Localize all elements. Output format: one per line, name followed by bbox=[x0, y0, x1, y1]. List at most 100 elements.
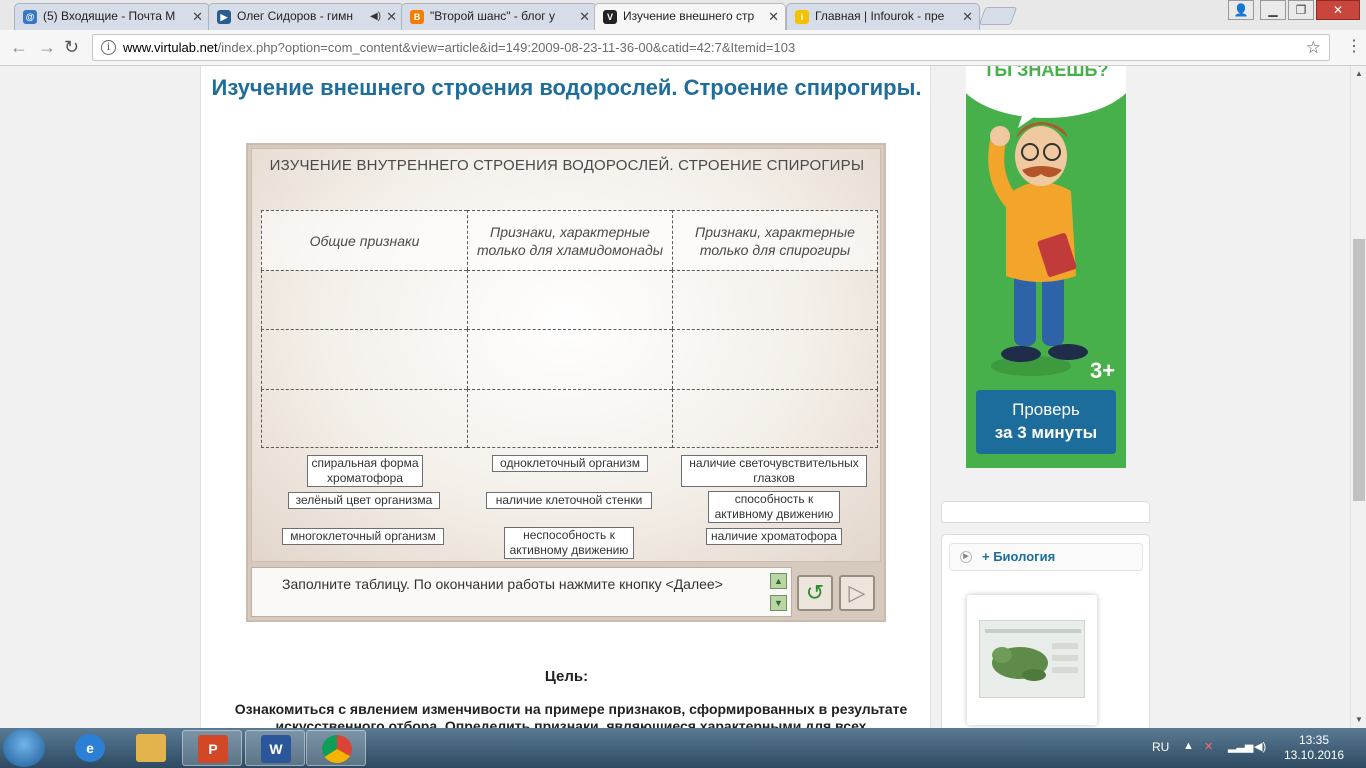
taskbar-file-explorer[interactable] bbox=[121, 730, 181, 766]
reload-icon[interactable]: ↻ bbox=[64, 36, 79, 58]
clock-date: 13.10.2016 bbox=[1284, 748, 1345, 762]
category-biology[interactable]: ▶ + Биология bbox=[949, 543, 1143, 571]
info-icon[interactable]: i bbox=[101, 40, 116, 55]
maximize-button[interactable]: ❐ bbox=[1288, 0, 1314, 20]
drop-cell[interactable] bbox=[672, 389, 878, 448]
ad-cta-button[interactable]: Проверь за 3 минуты bbox=[976, 390, 1116, 454]
tab-label: Главная | Infourok - пре bbox=[815, 9, 945, 23]
reset-icon: ↺ bbox=[805, 580, 825, 605]
speaker-icon[interactable]: ◀) bbox=[1254, 740, 1266, 753]
tab-mail[interactable]: @ (5) Входящие - Почта M ✕ bbox=[14, 3, 210, 30]
close-icon[interactable]: ✕ bbox=[192, 4, 203, 29]
goal-heading: Цель: bbox=[544, 668, 589, 685]
file-explorer-icon bbox=[136, 734, 166, 762]
show-hidden-icons-icon[interactable]: ▲ bbox=[1183, 740, 1194, 752]
close-icon[interactable]: ✕ bbox=[962, 4, 973, 29]
taskbar: e P W RU ▲ ✕ ▂▃▅ ◀) 13:35 13.10.2016 bbox=[0, 728, 1366, 768]
close-icon[interactable]: ✕ bbox=[386, 4, 397, 29]
web-page: Изучение внешнего строения водорослей. С… bbox=[0, 66, 1350, 728]
back-icon[interactable]: ← bbox=[10, 36, 28, 58]
menu-icon[interactable]: ⋮ bbox=[1346, 38, 1362, 56]
drop-cell[interactable] bbox=[467, 270, 672, 329]
window-close-button[interactable]: ✕ bbox=[1316, 0, 1360, 20]
drop-cell[interactable] bbox=[261, 329, 467, 389]
forward-icon[interactable]: → bbox=[38, 36, 56, 58]
frog-thumbnail[interactable] bbox=[967, 595, 1097, 725]
tab-virtulab[interactable]: V Изучение внешнего стр ✕ bbox=[594, 3, 786, 30]
column-header: Признаки, характерные только для спироги… bbox=[672, 210, 878, 270]
ad-cta-line1: Проверь bbox=[1012, 400, 1080, 419]
drop-cell[interactable] bbox=[467, 329, 672, 389]
system-clock[interactable]: 13:35 13.10.2016 bbox=[1284, 733, 1344, 763]
trait-chip[interactable]: наличие хроматофора bbox=[706, 528, 842, 545]
tab-label: "Второй шанс" - блог у bbox=[430, 9, 555, 23]
trait-chip[interactable]: многоклеточный организм bbox=[282, 528, 444, 545]
start-button[interactable] bbox=[3, 729, 45, 767]
lab-screen: ИЗУЧЕНИЕ ВНУТРЕННЕГО СТРОЕНИЯ ВОДОРОСЛЕЙ… bbox=[251, 148, 881, 562]
new-tab-button[interactable] bbox=[978, 7, 1018, 25]
word-icon: W bbox=[261, 735, 291, 763]
minimize-button[interactable]: ▁ bbox=[1260, 0, 1286, 20]
infourok-icon: i bbox=[795, 10, 809, 24]
drop-cell[interactable] bbox=[672, 270, 878, 329]
frog-illustration bbox=[985, 629, 1081, 681]
scrollbar-thumb[interactable] bbox=[1353, 239, 1365, 501]
language-indicator[interactable]: RU bbox=[1152, 740, 1169, 754]
taskbar-chrome[interactable] bbox=[306, 730, 366, 766]
signal-icon[interactable]: ▂▃▅ bbox=[1228, 740, 1253, 753]
toolbar: ← → ↻ i www.virtulab.net/index.php?optio… bbox=[0, 30, 1366, 66]
tab-blog[interactable]: B "Второй шанс" - блог у ✕ bbox=[401, 3, 597, 30]
taskbar-powerpoint[interactable]: P bbox=[182, 730, 242, 766]
trait-chip[interactable]: неспособность к активному движению bbox=[504, 527, 634, 559]
scroll-down-arrow-icon[interactable]: ▼ bbox=[1351, 712, 1366, 728]
lab-title: ИЗУЧЕНИЕ ВНУТРЕННЕГО СТРОЕНИЯ ВОДОРОСЛЕЙ… bbox=[269, 157, 865, 174]
blogger-icon: B bbox=[410, 10, 424, 24]
classification-table: Общие признаки Признаки, характерные тол… bbox=[261, 210, 878, 448]
frog-image bbox=[979, 620, 1085, 698]
category-label: + Биология bbox=[982, 549, 1056, 564]
drop-cell[interactable] bbox=[261, 389, 467, 448]
ad-cta-line2: за 3 минуты bbox=[994, 423, 1098, 442]
tab-label: (5) Входящие - Почта M bbox=[43, 9, 176, 23]
mail-icon: @ bbox=[23, 10, 37, 24]
drop-cell[interactable] bbox=[467, 389, 672, 448]
trait-chip[interactable]: зелёный цвет организма bbox=[288, 492, 440, 509]
trait-chip[interactable]: наличие светочувствительных глазков bbox=[681, 455, 867, 487]
arrow-icon: ▶ bbox=[960, 551, 972, 563]
tab-video[interactable]: ▶ Олег Сидоров - гимн ◀) ✕ bbox=[208, 3, 404, 30]
trait-chip[interactable]: одноклеточный организм bbox=[492, 455, 648, 472]
trait-chip[interactable]: способность к активному движению bbox=[708, 491, 840, 523]
virtulab-icon: V bbox=[603, 10, 617, 24]
user-icon[interactable]: 👤 bbox=[1228, 0, 1254, 20]
powerpoint-icon: P bbox=[198, 735, 228, 763]
scroll-up-arrow-icon[interactable]: ▲ bbox=[1351, 66, 1366, 82]
taskbar-internet-explorer[interactable]: e bbox=[60, 730, 120, 766]
vertical-scrollbar[interactable]: ▲ ▼ bbox=[1350, 66, 1366, 728]
reset-button[interactable]: ↺ bbox=[797, 575, 833, 611]
play-icon: ▷ bbox=[848, 580, 866, 605]
age-rating: 3+ bbox=[1090, 358, 1116, 383]
tab-infourok[interactable]: i Главная | Infourok - пре ✕ bbox=[786, 3, 980, 30]
trait-chip[interactable]: наличие клеточной стенки bbox=[486, 492, 652, 509]
speaker-icon[interactable]: ◀) bbox=[370, 4, 381, 29]
chrome-icon bbox=[322, 735, 352, 763]
ad-banner[interactable]: ТЫ ЗНАЕШЬ? Проверь за 3 минуты bbox=[966, 66, 1126, 468]
tab-strip: @ (5) Входящие - Почта M ✕ ▶ Олег Сидоро… bbox=[0, 0, 1366, 30]
address-input[interactable]: i www.virtulab.net/index.php?option=com_… bbox=[92, 34, 1330, 61]
close-icon[interactable]: ✕ bbox=[768, 4, 779, 29]
network-warning-icon[interactable]: ✕ bbox=[1204, 740, 1213, 753]
instruction-box: Заполните таблицу. По окончании работы н… bbox=[251, 567, 792, 617]
drop-cell[interactable] bbox=[672, 329, 878, 389]
internet-explorer-icon: e bbox=[75, 734, 105, 762]
tab-label: Олег Сидоров - гимн bbox=[237, 9, 353, 23]
lab-simulation: ИЗУЧЕНИЕ ВНУТРЕННЕГО СТРОЕНИЯ ВОДОРОСЛЕЙ… bbox=[246, 143, 886, 622]
trait-chip[interactable]: спиральная форма хроматофора bbox=[307, 455, 423, 487]
next-button[interactable]: ▷ bbox=[839, 575, 875, 611]
taskbar-word[interactable]: W bbox=[245, 730, 305, 766]
scroll-up-icon[interactable]: ▲ bbox=[770, 573, 787, 589]
scroll-down-icon[interactable]: ▼ bbox=[770, 595, 787, 611]
bookmark-star-icon[interactable]: ☆ bbox=[1306, 35, 1321, 60]
close-icon[interactable]: ✕ bbox=[579, 4, 590, 29]
url-host: www.virtulab.net bbox=[123, 40, 218, 55]
drop-cell[interactable] bbox=[261, 270, 467, 329]
